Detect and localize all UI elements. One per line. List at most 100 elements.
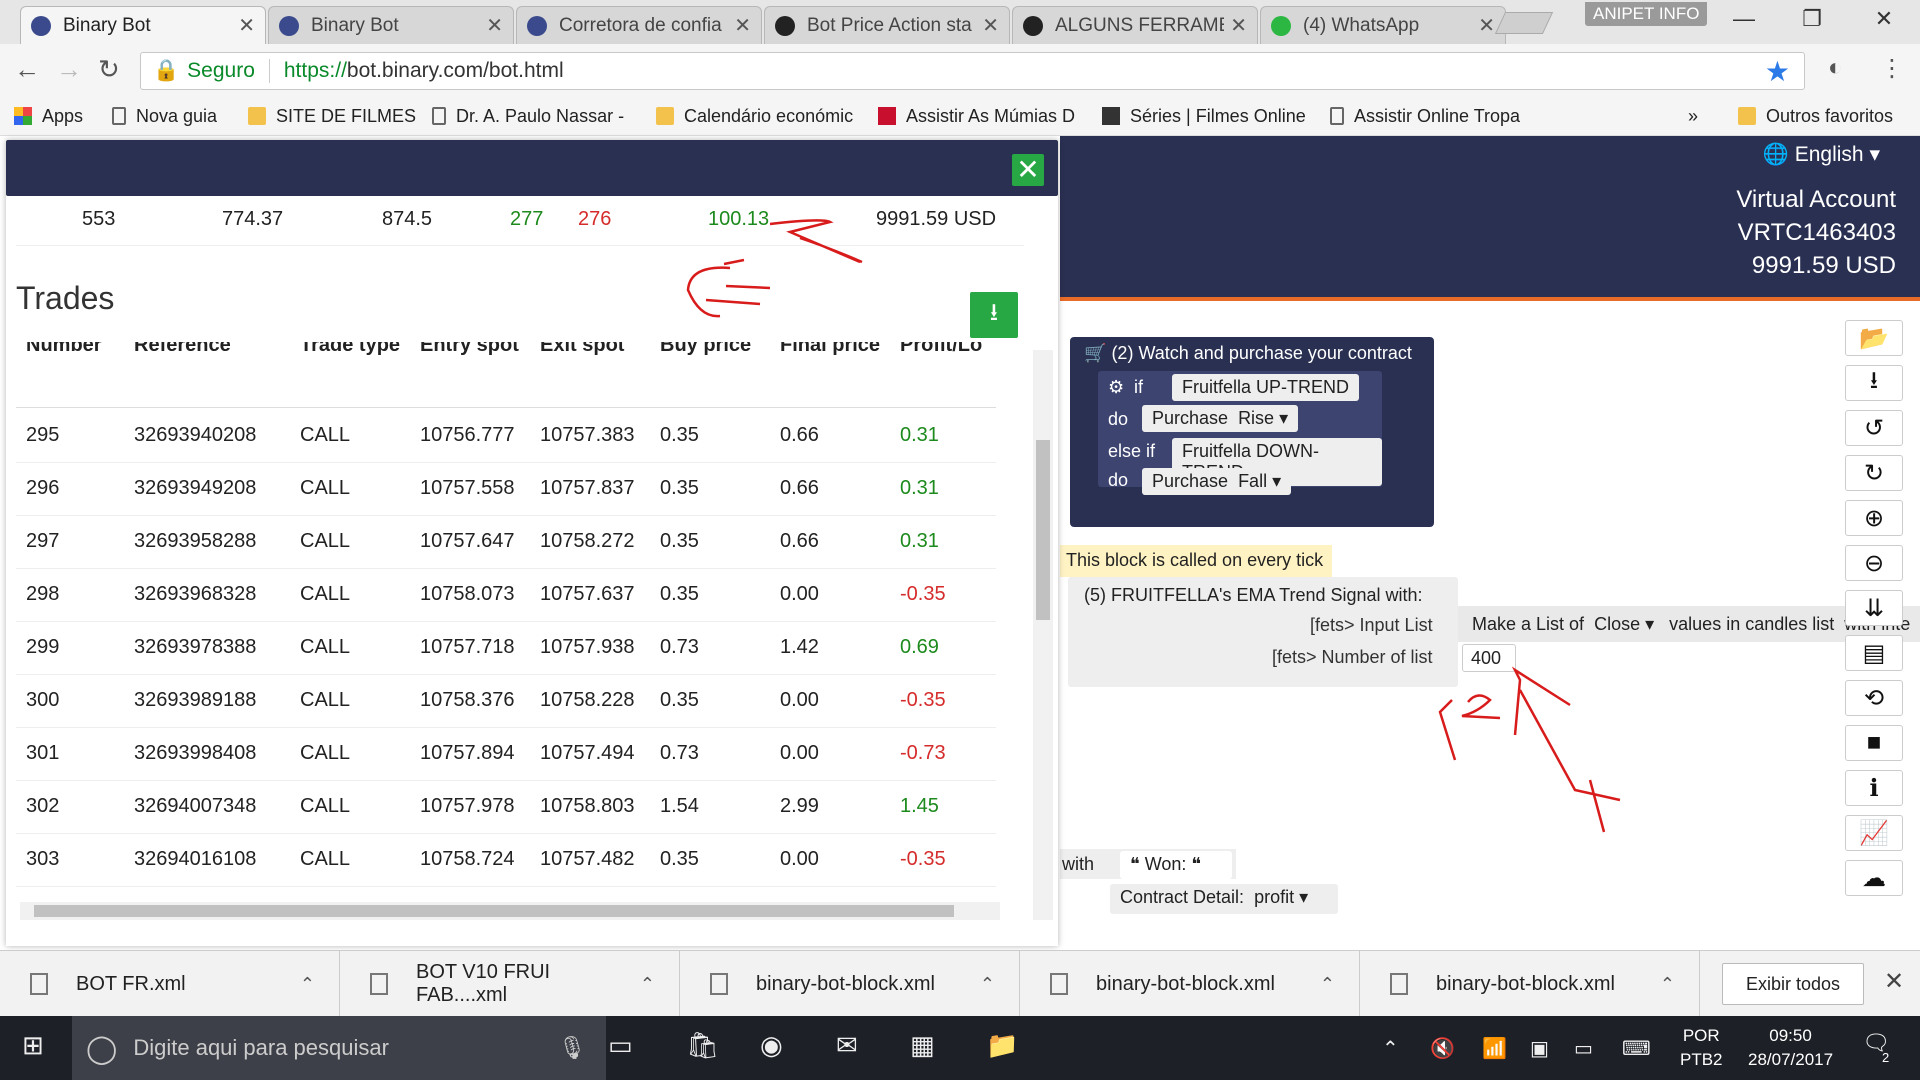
app-grid-icon[interactable]: ▦ [910,1030,935,1061]
file-explorer-icon[interactable]: 📁 [986,1030,1018,1061]
vertical-scrollbar[interactable] [1033,350,1053,920]
table-row[interactable]: 295 32693940208 CALL 10756.777 10757.383 0.35… [16,410,996,463]
tab-alguns-ferramentas[interactable]: ALGUNS FERRAME ✕ [1012,6,1258,44]
info-icon[interactable]: ℹ [1845,770,1903,806]
col-final-price[interactable]: Final price [780,342,880,357]
purchase-rise-block[interactable]: Purchase Rise ▾ [1142,405,1299,432]
table-row[interactable]: 299 32693978388 CALL 10757.718 10757.938 0.73… [16,622,996,675]
bookmark-outros-favoritos[interactable]: Outros favoritos [1738,102,1893,130]
col-trade-type[interactable]: Trade type [300,342,400,357]
bookmark-nova-guia[interactable]: Nova guia [112,102,217,130]
trades-table[interactable]: Number Reference Trade type Entry spot E… [16,342,1006,922]
bookmark-paulo-nassar[interactable]: Dr. A. Paulo Nassar - [432,102,624,130]
reload-icon[interactable]: ↻ [98,54,120,85]
bookmark-mumias[interactable]: Assistir As Múmias D [878,102,1075,130]
chevron-up-icon[interactable]: ⌃ [640,974,655,995]
bookmark-calendario[interactable]: Calendário económic [656,102,853,130]
won-text-block[interactable]: ❝ Won: ❝ [1120,851,1232,879]
microphone-icon[interactable]: 🎙 [558,1035,586,1061]
task-view-icon[interactable]: ▭ [608,1030,633,1061]
close-downloads-icon[interactable]: ✕ [1884,967,1904,996]
rise-dropdown[interactable]: Rise [1238,408,1274,428]
close-tab-icon[interactable]: ✕ [1478,13,1495,38]
tray-chevron-icon[interactable]: ⌃ [1382,1036,1399,1061]
bookmark-site-filmes[interactable]: SITE DE FILMES [248,102,416,130]
app-tray-icon[interactable]: ▣ [1530,1036,1549,1061]
back-icon[interactable]: ← [14,54,40,85]
system-clock[interactable]: 09:50 28/07/2017 [1748,1024,1833,1072]
fall-dropdown[interactable]: Fall [1238,471,1267,491]
bookmark-series[interactable]: Séries | Filmes Online [1102,102,1306,130]
reset-icon[interactable]: ⟲ [1845,680,1903,716]
new-tab-button[interactable] [1494,12,1554,34]
close-tab-icon[interactable]: ✕ [1230,13,1247,38]
minimize-icon[interactable]: — [1724,6,1764,32]
ema-trend-signal-block[interactable]: (5) FRUITFELLA's EMA Trend Signal with: … [1068,577,1458,687]
bookmark-tropa[interactable]: Assistir Online Tropa [1330,102,1520,130]
number-of-list-input[interactable]: 400 [1462,644,1516,672]
open-folder-icon[interactable]: 📂 [1845,320,1903,356]
close-tab-icon[interactable]: ✕ [982,13,999,38]
store-icon[interactable]: 🛍 [686,1030,719,1061]
horizontal-scrollbar[interactable] [20,902,1000,920]
restore-icon[interactable]: ❐ [1792,6,1832,32]
tab-binary-bot[interactable]: Binary Bot ✕ [20,6,266,44]
chart-icon[interactable]: 📈 [1845,815,1903,851]
col-entry-spot[interactable]: Entry spot [420,342,519,357]
undo-icon[interactable]: ↺ [1845,410,1903,446]
profile-label[interactable]: ANIPET INFO [1585,2,1708,26]
tab-whatsapp[interactable]: (4) WhatsApp ✕ [1260,6,1506,44]
windows-start-icon[interactable]: ⊞ [22,1030,44,1061]
close-dialog-button[interactable]: ✕ [1012,154,1044,186]
table-row[interactable]: 297 32693958288 CALL 10757.647 10758.272 0.35… [16,516,996,569]
chrome-icon[interactable]: ◉ [760,1030,783,1061]
download-item[interactable]: BOT V10 FRUI FAB....xml ⌃ [340,951,680,1017]
menu-icon[interactable]: ⋮ [1880,54,1904,83]
tab-bot-price-action[interactable]: Bot Price Action sta ✕ [764,6,1010,44]
condition-up-trend[interactable]: Fruitfella UP-TREND [1172,374,1360,401]
close-tab-icon[interactable]: ✕ [486,13,503,38]
scroll-thumb[interactable] [34,905,954,917]
address-bar[interactable]: 🔒 Seguro https://bot.binary.com/bot.html… [140,52,1805,90]
close-window-icon[interactable]: ✕ [1864,6,1904,32]
download-item[interactable]: binary-bot-block.xml ⌃ [1020,951,1360,1017]
zoom-in-icon[interactable]: ⊕ [1845,500,1903,536]
bookmarks-more-button[interactable]: » [1688,102,1698,130]
profit-dropdown[interactable]: profit [1254,887,1294,907]
volume-mute-icon[interactable]: 🔇 [1430,1036,1455,1061]
taskbar-search[interactable]: ◯ Digite aqui para pesquisar 🎙 [72,1016,606,1080]
table-row[interactable]: 302 32694007348 CALL 10757.978 10758.803 1.54… [16,781,996,834]
zoom-out-icon[interactable]: ⊖ [1845,545,1903,581]
keyboard-icon[interactable]: ⌨ [1622,1036,1651,1061]
col-buy-price[interactable]: Buy price [660,342,751,357]
chevron-up-icon[interactable]: ⌃ [980,974,995,995]
bookmark-apps[interactable]: Apps [14,102,83,130]
watch-purchase-block[interactable]: 🛒 (2) Watch and purchase your contract ⚙… [1070,337,1434,527]
table-row[interactable]: 300 32693989188 CALL 10758.376 10758.228 0.35… [16,675,996,728]
save-download-icon[interactable]: ⭳ [1845,365,1903,401]
chevron-up-icon[interactable]: ⌃ [300,974,315,995]
contract-detail-block[interactable]: Contract Detail: profit ▾ [1110,884,1338,914]
purchase-fall-block[interactable]: Purchase Fall ▾ [1142,468,1292,495]
stop-icon[interactable]: ■ [1845,725,1903,761]
gear-icon[interactable]: ⚙ [1108,377,1124,398]
download-item[interactable]: binary-bot-block.xml ⌃ [1360,951,1700,1017]
chevron-up-icon[interactable]: ⌃ [1320,974,1335,995]
download-item[interactable]: binary-bot-block.xml ⌃ [680,951,1020,1017]
close-dropdown[interactable]: Close [1594,614,1640,634]
show-all-downloads-button[interactable]: Exibir todos [1722,963,1864,1005]
table-row[interactable]: 301 32693998408 CALL 10757.894 10757.494 0.73… [16,728,996,781]
table-row[interactable]: 303 32694016108 CALL 10758.724 10757.482 0.35… [16,834,996,887]
redo-icon[interactable]: ↻ [1845,455,1903,491]
col-number[interactable]: Number [26,342,102,357]
input-language[interactable]: POR PTB2 [1680,1024,1723,1072]
table-row[interactable]: 298 32693968328 CALL 10758.073 10757.637 0.35… [16,569,996,622]
language-selector[interactable]: 🌐 English ▾ [1763,142,1880,167]
scroll-thumb[interactable] [1036,440,1050,620]
col-profit-loss[interactable]: Profit/Lo [900,342,982,357]
document-icon[interactable]: ▤ [1845,635,1903,671]
bookmark-star-icon[interactable]: ★ [1765,55,1790,88]
tab-binary-bot-2[interactable]: Binary Bot ✕ [268,6,514,44]
sort-icon[interactable]: ⇊ [1845,590,1903,626]
trading-view-icon[interactable]: ☁ [1845,860,1903,896]
